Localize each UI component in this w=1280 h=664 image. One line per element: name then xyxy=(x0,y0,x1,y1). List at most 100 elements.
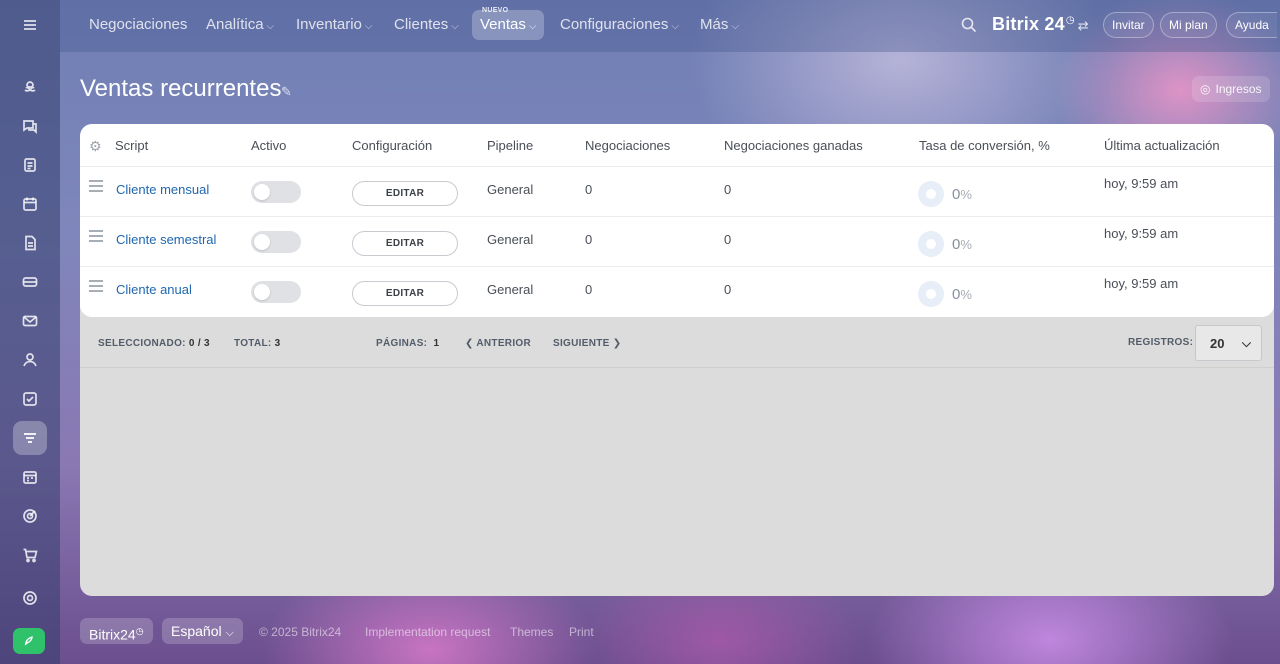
script-link[interactable]: Cliente semestral xyxy=(116,232,216,247)
chevron-down-icon: ⌵ xyxy=(1241,336,1251,350)
ingresos-button[interactable]: ◎ Ingresos xyxy=(1192,76,1270,102)
revenue-icon: ◎ xyxy=(1200,82,1211,96)
themes-link[interactable]: Themes xyxy=(510,625,553,639)
contacts-icon[interactable] xyxy=(13,343,47,377)
header-script[interactable]: Script xyxy=(115,138,148,153)
header-activo[interactable]: Activo xyxy=(251,138,286,153)
implementation-request-link[interactable]: Implementation request xyxy=(365,625,490,639)
table-row: Cliente anual EDITAR General 0 0 0% hoy,… xyxy=(80,267,1274,317)
top-navigation: Negociaciones Analítica ⌵ Inventario ⌵ Cli… xyxy=(60,0,1280,52)
language-select[interactable]: Español ⌵ xyxy=(162,618,243,644)
header-tasa-conversion[interactable]: Tasa de conversión, % xyxy=(919,138,1050,153)
calendar-icon[interactable] xyxy=(13,187,47,221)
previous-page-link[interactable]: ❮ ANTERIOR xyxy=(465,338,531,349)
nav-ventas[interactable]: Ventas ⌵ xyxy=(472,10,545,40)
total-count: TOTAL: 3 xyxy=(234,338,281,349)
chevron-down-icon: ⌵ xyxy=(451,21,459,32)
target-icon[interactable] xyxy=(13,499,47,533)
records-per-page-select[interactable]: 20 ⌵ xyxy=(1195,325,1262,361)
search-icon[interactable] xyxy=(960,16,978,34)
page-title: Ventas recurrentes xyxy=(80,75,282,102)
conversion-ring-icon xyxy=(918,231,944,257)
swap-icon: ⇄ xyxy=(1077,18,1089,33)
crm-funnel-icon[interactable] xyxy=(13,421,47,455)
help-button[interactable]: Ayuda xyxy=(1226,12,1277,38)
deals-cell: 0 xyxy=(585,182,593,197)
chevron-down-icon: ⌵ xyxy=(528,21,537,32)
left-sidebar xyxy=(0,0,60,664)
header-negociaciones[interactable]: Negociaciones xyxy=(585,138,670,153)
active-toggle[interactable] xyxy=(251,281,301,303)
new-badge: NUEVO xyxy=(482,7,509,14)
drag-handle-icon[interactable] xyxy=(89,230,103,245)
won-deals-cell: 0 xyxy=(724,182,732,197)
nav-negociaciones[interactable]: Negociaciones xyxy=(81,10,195,40)
rocket-icon[interactable] xyxy=(13,628,45,654)
mail-icon[interactable] xyxy=(13,304,47,338)
records-label: REGISTROS: xyxy=(1128,337,1194,348)
active-toggle[interactable] xyxy=(251,231,301,253)
script-link[interactable]: Cliente anual xyxy=(116,282,192,297)
clock-icon: ◷ xyxy=(135,626,144,636)
deals-cell: 0 xyxy=(585,282,593,297)
pipeline-cell: General xyxy=(487,282,534,297)
updated-cell: hoy, 9:59 am xyxy=(1104,176,1179,191)
nav-mas[interactable]: Más ⌵ xyxy=(692,10,747,40)
header-pipeline[interactable]: Pipeline xyxy=(487,138,533,153)
document-icon[interactable] xyxy=(13,226,47,260)
menu-icon[interactable] xyxy=(13,8,47,42)
print-link[interactable]: Print xyxy=(569,625,594,639)
gear-icon[interactable]: ⚙ xyxy=(89,138,102,155)
feed-icon[interactable] xyxy=(13,148,47,182)
invite-button[interactable]: Invitar xyxy=(1103,12,1154,38)
settings-icon[interactable] xyxy=(13,581,47,615)
footer-brand-button[interactable]: Bitrix24◷ xyxy=(80,618,153,644)
tasks-icon[interactable] xyxy=(13,382,47,416)
pin-icon[interactable]: ✎ xyxy=(281,84,292,100)
active-toggle[interactable] xyxy=(251,181,301,203)
table-row: Cliente semestral EDITAR General 0 0 0% … xyxy=(80,217,1274,267)
edit-button[interactable]: EDITAR xyxy=(352,231,458,256)
conversion-ring-icon xyxy=(918,181,944,207)
edit-button[interactable]: EDITAR xyxy=(352,181,458,206)
updated-cell: hoy, 9:59 am xyxy=(1104,226,1179,241)
drag-handle-icon[interactable] xyxy=(89,280,103,295)
drag-handle-icon[interactable] xyxy=(89,180,103,195)
chevron-down-icon: ⌵ xyxy=(225,627,234,639)
nav-clientes[interactable]: Clientes ⌵ xyxy=(386,10,467,40)
chevron-down-icon: ⌵ xyxy=(731,21,739,32)
scripts-table: ⚙ Script Activo Configuración Pipeline N… xyxy=(80,124,1274,317)
header-negociaciones-ganadas[interactable]: Negociaciones ganadas xyxy=(724,138,863,153)
table-header: ⚙ Script Activo Configuración Pipeline N… xyxy=(80,124,1274,167)
script-link[interactable]: Cliente mensual xyxy=(116,182,209,197)
header-configuracion[interactable]: Configuración xyxy=(352,138,432,153)
my-plan-button[interactable]: Mi plan xyxy=(1160,12,1217,38)
flower-icon[interactable] xyxy=(13,70,47,104)
conversion-value: 0% xyxy=(952,186,972,203)
chevron-left-icon: ❮ xyxy=(465,338,477,349)
conversion-value: 0% xyxy=(952,236,972,253)
pages-count: PÁGINAS: 1 xyxy=(376,338,440,349)
nav-configuraciones[interactable]: Configuraciones ⌵ xyxy=(552,10,687,40)
brand-logo[interactable]: Bitrix 24◷ ⇄ xyxy=(992,14,1089,35)
schedule-icon[interactable] xyxy=(13,460,47,494)
selected-count: SELECCIONADO: 0 / 3 xyxy=(98,338,210,349)
edit-button[interactable]: EDITAR xyxy=(352,281,458,306)
conversion-ring-icon xyxy=(918,281,944,307)
chat-icon[interactable] xyxy=(13,109,47,143)
chevron-down-icon: ⌵ xyxy=(671,21,679,32)
chevron-right-icon: ❯ xyxy=(609,338,622,349)
pipeline-cell: General xyxy=(487,232,534,247)
table-row: Cliente mensual EDITAR General 0 0 0% ho… xyxy=(80,167,1274,217)
card-icon[interactable] xyxy=(13,265,47,299)
nav-inventario[interactable]: Inventario ⌵ xyxy=(288,10,380,40)
header-ultima-actualizacion[interactable]: Última actualización xyxy=(1104,138,1220,153)
next-page-link[interactable]: SIGUIENTE ❯ xyxy=(553,338,621,349)
chevron-down-icon: ⌵ xyxy=(364,21,373,32)
conversion-value: 0% xyxy=(952,286,972,303)
cart-icon[interactable] xyxy=(13,538,47,572)
pipeline-cell: General xyxy=(487,182,534,197)
main-panel: ⚙ Script Activo Configuración Pipeline N… xyxy=(80,124,1274,596)
nav-analitica[interactable]: Analítica ⌵ xyxy=(198,10,282,40)
pagination-bar: SELECCIONADO: 0 / 3 TOTAL: 3 PÁGINAS: 1 … xyxy=(80,317,1274,368)
